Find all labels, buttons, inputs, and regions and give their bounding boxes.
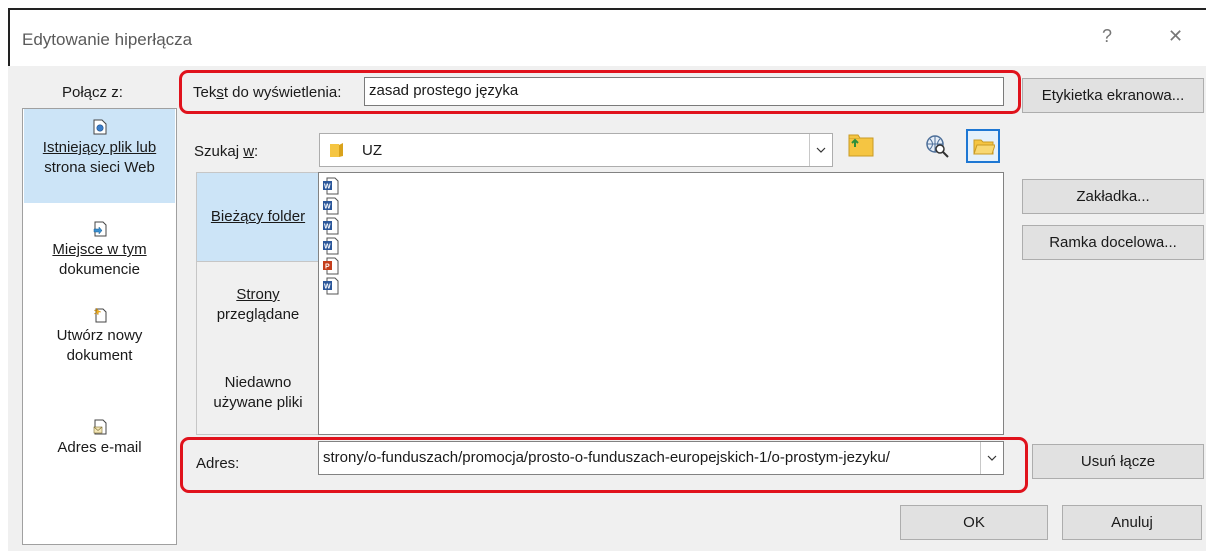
recent-files-label-1: Niedawno [224,374,292,391]
browsed-pages-label-1: Strony [236,286,280,303]
target-frame-button-label: Ramka docelowa... [1049,234,1177,251]
new-document-icon [93,307,106,323]
svg-text:W: W [324,184,331,191]
look-in-sections: Bieżący folder Strony przeglądane Niedaw… [196,172,319,435]
dialog-title: Edytowanie hiperłącza [22,30,193,49]
web-page-icon [93,119,106,135]
link-to-sidebar: Istniejący plik lub strona sieci Web Mie… [22,108,177,545]
ok-button[interactable]: OK [900,505,1048,540]
section-browsed-pages[interactable]: Strony przeglądane [197,285,319,325]
existing-file-label-1: Istniejący plik lub [42,139,157,156]
bookmark-button[interactable]: Zakładka... [1022,179,1204,214]
word-file-icon[interactable]: W [323,217,339,235]
cancel-button-label: Anuluj [1111,514,1153,531]
link-to-existing-file[interactable]: Istniejący plik lub strona sieci Web [24,109,175,203]
new-document-label-1: Utwórz nowy [56,327,143,344]
place-in-document-label-2: dokumencie [59,261,140,278]
browse-web-icon[interactable] [922,131,952,161]
new-document-label-2: dokument [66,347,133,364]
svg-text:P: P [325,264,330,271]
file-list[interactable]: W W W W P W [318,172,1004,435]
address-highlight [180,437,1028,493]
place-in-document-label-1: Miejsce w tym [52,241,147,258]
cancel-button[interactable]: Anuluj [1062,505,1202,540]
remove-link-button[interactable]: Usuń łącze [1032,444,1204,479]
existing-file-label-2: strona sieci Web [44,159,155,176]
svg-text:W: W [324,284,331,291]
svg-text:W: W [324,204,331,211]
display-text-highlight [179,70,1021,114]
svg-text:W: W [324,224,331,231]
link-to-email-address[interactable]: Adres e-mail [24,419,175,465]
screentip-button-label: Etykietka ekranowa... [1041,87,1185,104]
link-to-new-document[interactable]: Utwórz nowy dokument [24,307,175,377]
link-to-place-in-document[interactable]: Miejsce w tym dokumencie [24,221,175,291]
section-recent-files[interactable]: Niedawno używane pliki [197,373,319,413]
current-folder-label: Bieżący folder [210,208,306,225]
up-folder-icon[interactable] [846,131,876,161]
remove-link-button-label: Usuń łącze [1080,453,1156,470]
svg-text:W: W [324,244,331,251]
word-file-icon[interactable]: W [323,237,339,255]
recent-files-label-2: używane pliki [213,394,303,411]
email-address-label: Adres e-mail [57,439,142,456]
browse-file-button[interactable] [966,129,1000,163]
look-in-select[interactable]: UZ [319,133,833,167]
bookmark-button-label: Zakładka... [1076,188,1150,205]
open-folder-icon [973,139,995,155]
close-button[interactable]: ✕ [1168,26,1183,47]
powerpoint-file-icon[interactable]: P [323,257,339,275]
word-file-icon[interactable]: W [323,177,339,195]
email-address-icon [93,419,106,435]
look-in-value: UZ [362,142,382,159]
look-in-label: Szukaj w: [194,143,259,160]
browsed-pages-label-2: przeglądane [216,306,300,323]
link-to-label: Połącz z: [62,84,123,101]
help-button[interactable]: ? [1102,26,1112,47]
folder-icon [330,143,343,157]
chevron-down-icon[interactable] [809,134,832,166]
screentip-button[interactable]: Etykietka ekranowa... [1022,78,1204,113]
word-file-icon[interactable]: W [323,277,339,295]
section-current-folder[interactable]: Bieżący folder [197,173,319,262]
word-file-icon[interactable]: W [323,197,339,215]
target-frame-button[interactable]: Ramka docelowa... [1022,225,1204,260]
place-in-document-icon [93,221,106,237]
ok-button-label: OK [963,514,985,531]
